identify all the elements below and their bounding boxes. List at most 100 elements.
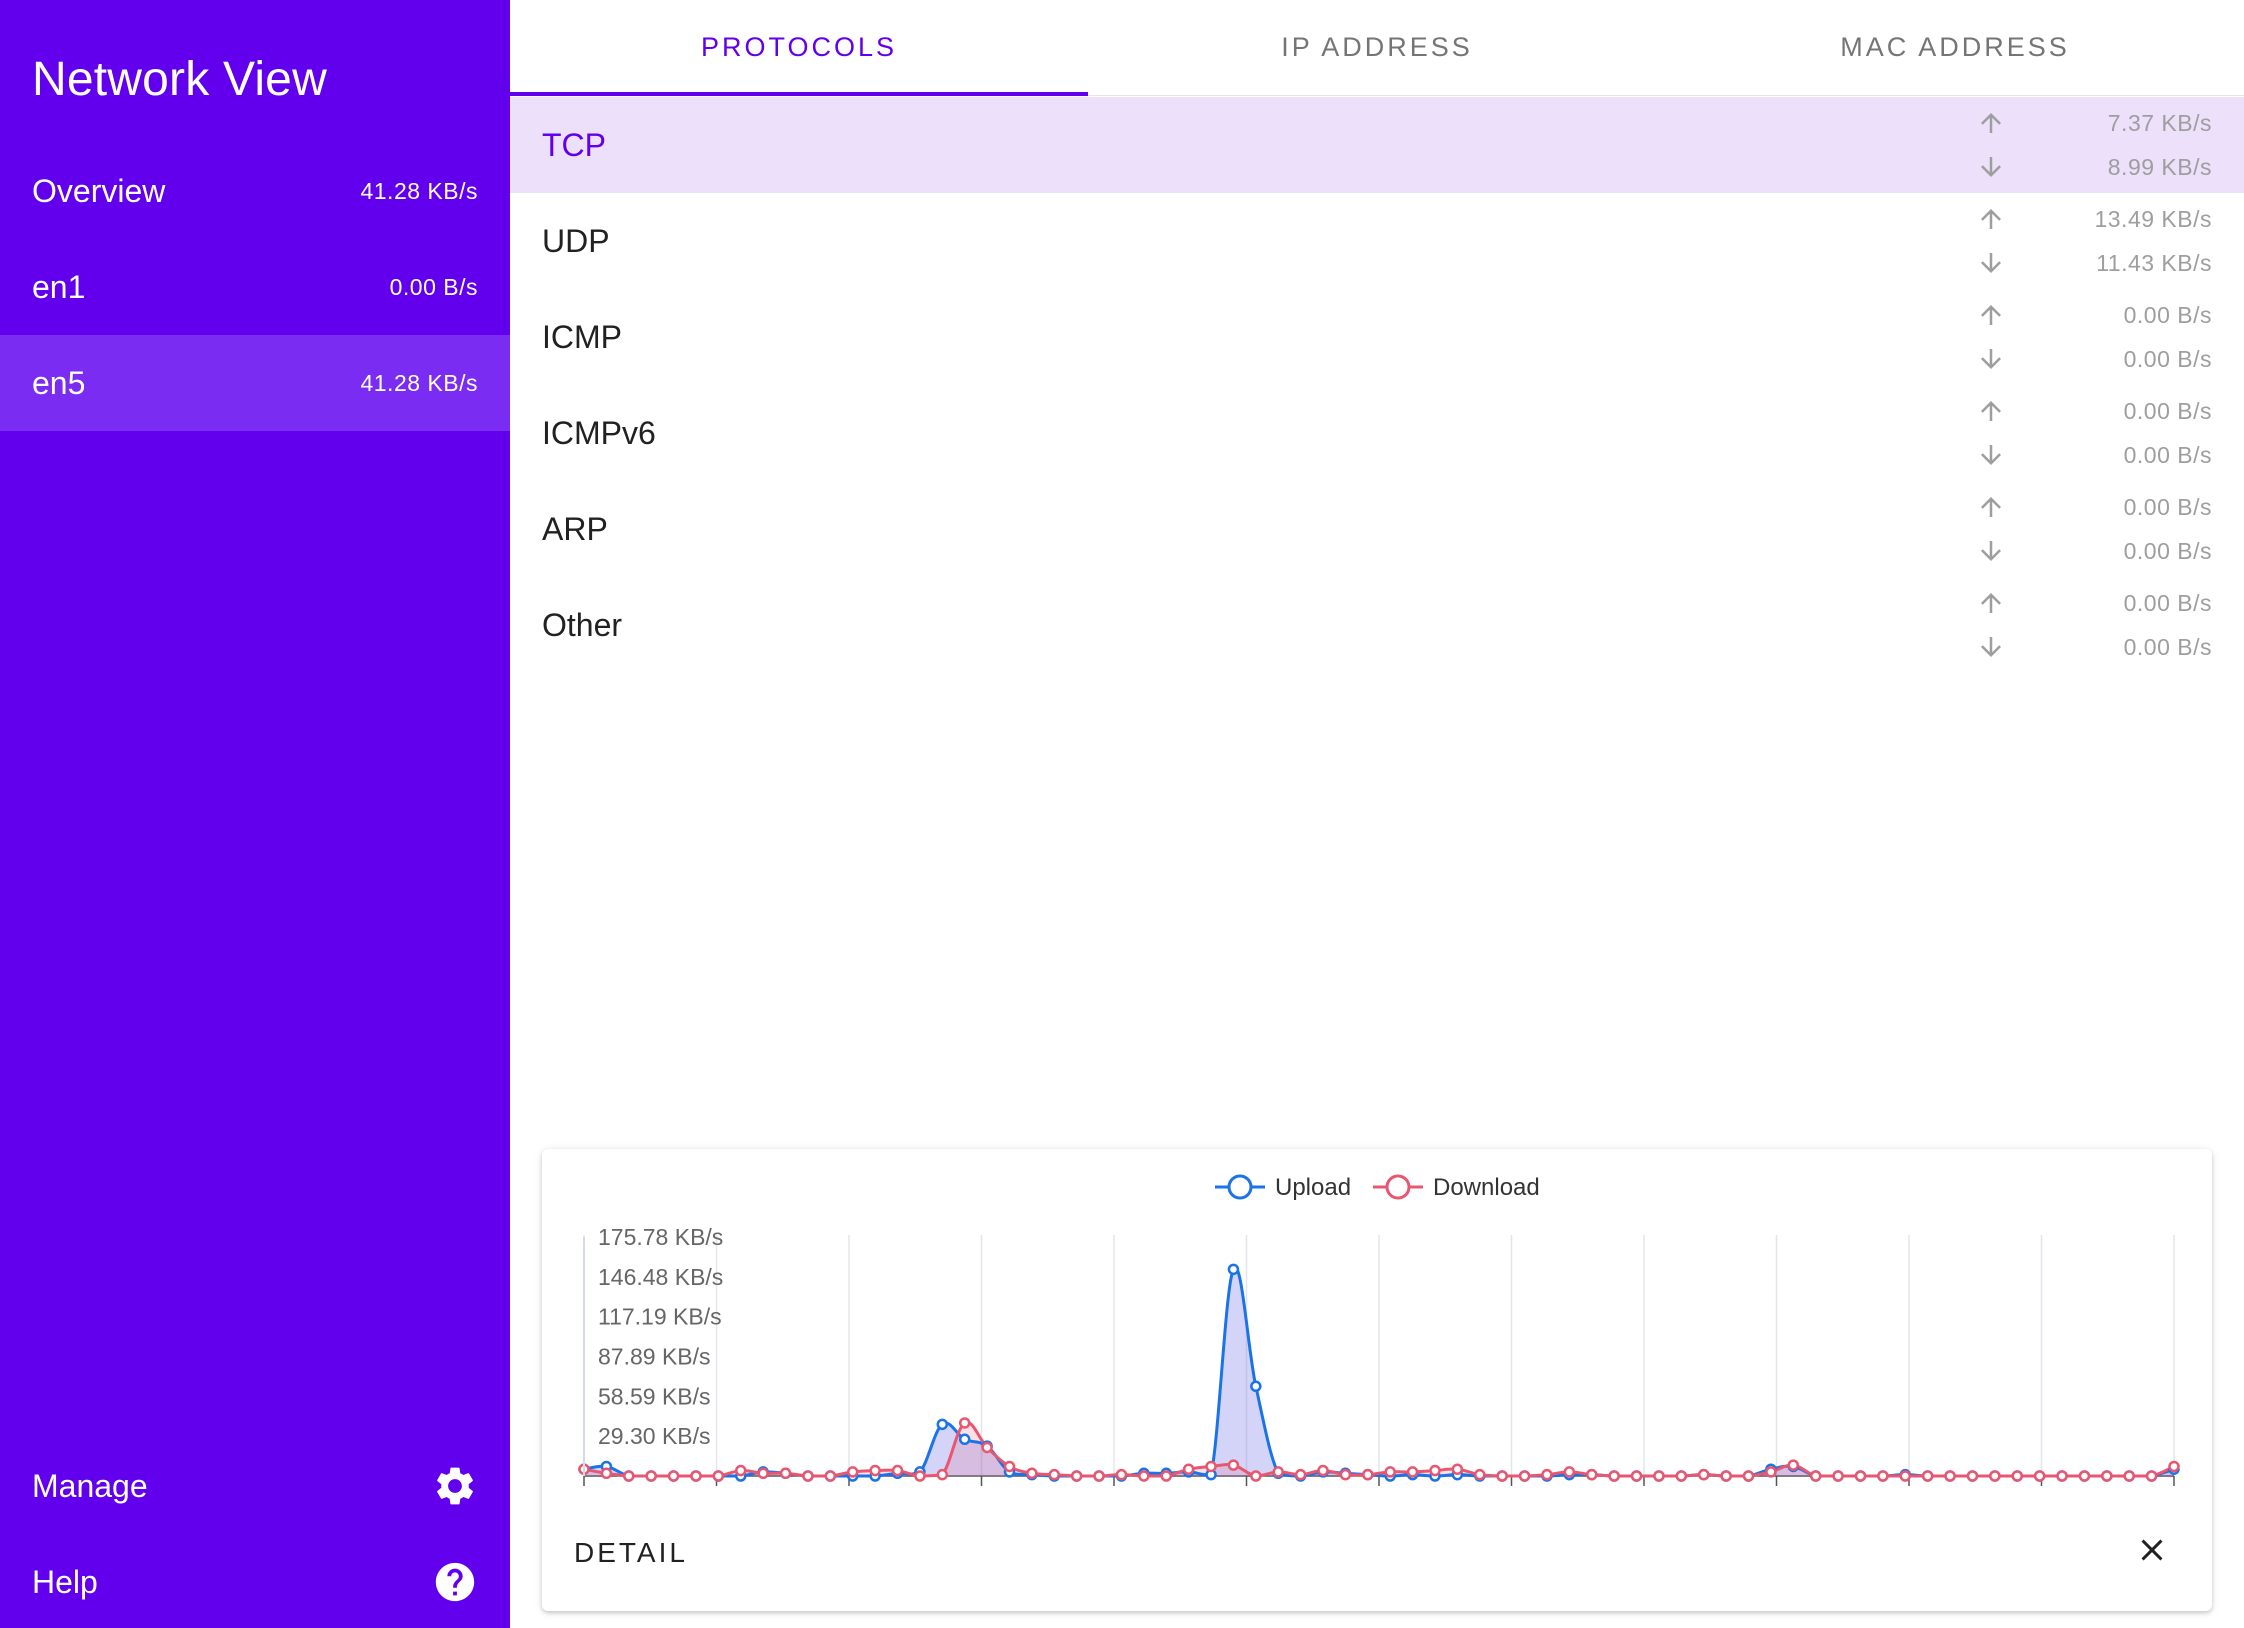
sidebar-item-en5[interactable]: en5 41.28 KB/s: [0, 335, 510, 431]
download-point[interactable]: [2033, 1470, 2046, 1482]
help-button[interactable]: Help: [0, 1534, 510, 1628]
upload-point[interactable]: [1250, 1380, 1262, 1393]
download-point[interactable]: [891, 1464, 904, 1477]
download-point[interactable]: [1966, 1470, 1979, 1482]
download-point[interactable]: [1899, 1470, 1912, 1482]
sidebar-item-rate: 41.28 KB/s: [360, 369, 478, 396]
download-point[interactable]: [1115, 1468, 1128, 1481]
download-point[interactable]: [779, 1467, 792, 1480]
download-point[interactable]: [1854, 1470, 1867, 1482]
download-point[interactable]: [1451, 1463, 1464, 1475]
download-point[interactable]: [667, 1470, 680, 1482]
protocol-name: TCP: [542, 127, 606, 163]
download-point[interactable]: [914, 1470, 926, 1482]
download-point[interactable]: [1608, 1470, 1620, 1482]
download-point[interactable]: [1227, 1459, 1240, 1471]
protocol-row-icmp[interactable]: ICMP 0.00 B/s 0.00 B/s: [510, 289, 2244, 385]
upload-rate: 0.00 B/s: [2123, 301, 2212, 328]
download-point[interactable]: [802, 1470, 814, 1482]
download-point[interactable]: [1585, 1468, 1598, 1481]
protocol-row-other[interactable]: Other 0.00 B/s 0.00 B/s: [510, 577, 2244, 673]
download-point[interactable]: [2101, 1470, 2113, 1482]
download-point[interactable]: [2168, 1460, 2180, 1473]
upload-point[interactable]: [936, 1418, 949, 1431]
download-point[interactable]: [1294, 1468, 1307, 1481]
download-point[interactable]: [824, 1470, 837, 1482]
download-point[interactable]: [1093, 1470, 1105, 1482]
download-point[interactable]: [690, 1470, 702, 1482]
download-point[interactable]: [1518, 1470, 1531, 1482]
download-point[interactable]: [757, 1467, 769, 1480]
tab-bar: PROTOCOLS IP ADDRESS MAC ADDRESS: [510, 0, 2244, 96]
download-point[interactable]: [1272, 1466, 1284, 1478]
download-point[interactable]: [1474, 1468, 1486, 1481]
protocol-row-tcp[interactable]: TCP 7.37 KB/s 8.99 KB/s: [510, 97, 2244, 193]
download-point[interactable]: [712, 1470, 725, 1482]
download-point[interactable]: [1026, 1467, 1038, 1480]
download-point[interactable]: [846, 1466, 859, 1478]
download-point[interactable]: [958, 1417, 971, 1429]
download-point[interactable]: [1429, 1464, 1441, 1477]
download-point[interactable]: [1070, 1470, 1083, 1482]
download-point[interactable]: [1182, 1463, 1195, 1475]
download-point[interactable]: [735, 1464, 747, 1477]
tab-mac-address[interactable]: MAC ADDRESS: [1666, 0, 2244, 95]
download-point[interactable]: [1541, 1468, 1553, 1481]
download-point[interactable]: [1630, 1470, 1643, 1482]
download-point[interactable]: [1742, 1470, 1755, 1482]
download-point[interactable]: [1944, 1470, 1956, 1482]
download-point[interactable]: [869, 1464, 881, 1477]
download-point[interactable]: [645, 1470, 657, 1482]
tab-protocols[interactable]: PROTOCOLS: [510, 0, 1088, 96]
download-rate: 0.00 B/s: [2123, 441, 2212, 468]
protocol-row-udp[interactable]: UDP 13.49 KB/s 11.43 KB/s: [510, 193, 2244, 289]
download-point[interactable]: [600, 1467, 613, 1480]
download-point[interactable]: [936, 1468, 949, 1481]
download-rate-line: 0.00 B/s: [1952, 337, 2212, 381]
protocol-row-icmpv6[interactable]: ICMPv6 0.00 B/s 0.00 B/s: [510, 385, 2244, 481]
sidebar-item-en1[interactable]: en1 0.00 B/s: [0, 239, 510, 335]
download-point[interactable]: [2145, 1470, 2158, 1482]
tab-ip-address[interactable]: IP ADDRESS: [1088, 0, 1666, 95]
download-point[interactable]: [1250, 1470, 1262, 1482]
download-point[interactable]: [1384, 1466, 1396, 1478]
arrow-down-icon: [1981, 637, 2001, 657]
protocol-row-arp[interactable]: ARP 0.00 B/s 0.00 B/s: [510, 481, 2244, 577]
download-point[interactable]: [2078, 1470, 2091, 1482]
legend-download[interactable]: Download: [1373, 1174, 1540, 1201]
download-point[interactable]: [1720, 1470, 1732, 1482]
download-point[interactable]: [1675, 1470, 1688, 1482]
download-point[interactable]: [2056, 1470, 2068, 1482]
download-point[interactable]: [1563, 1466, 1576, 1478]
download-point[interactable]: [2011, 1470, 2023, 1482]
download-point[interactable]: [1496, 1470, 1508, 1482]
download-point[interactable]: [1339, 1468, 1352, 1481]
download-point[interactable]: [1048, 1468, 1061, 1481]
download-point[interactable]: [1003, 1460, 1016, 1473]
download-point[interactable]: [981, 1441, 993, 1454]
download-point[interactable]: [1406, 1466, 1419, 1478]
download-point[interactable]: [1877, 1470, 1889, 1482]
download-point[interactable]: [2123, 1470, 2135, 1482]
download-point[interactable]: [1362, 1468, 1374, 1481]
sidebar-item-overview[interactable]: Overview 41.28 KB/s: [0, 143, 510, 239]
download-point[interactable]: [1317, 1464, 1329, 1477]
download-point[interactable]: [1921, 1470, 1934, 1482]
download-point[interactable]: [1765, 1466, 1777, 1478]
download-point[interactable]: [1809, 1470, 1822, 1482]
legend-upload[interactable]: Upload: [1215, 1174, 1351, 1201]
download-point[interactable]: [1160, 1470, 1173, 1482]
download-point[interactable]: [1697, 1468, 1710, 1481]
manage-button[interactable]: Manage: [0, 1438, 510, 1534]
download-point[interactable]: [1138, 1470, 1150, 1482]
download-point[interactable]: [1989, 1470, 2001, 1482]
download-point[interactable]: [623, 1470, 635, 1482]
legend-download-marker: [1385, 1174, 1411, 1200]
upload-point[interactable]: [958, 1433, 971, 1446]
download-point[interactable]: [1205, 1460, 1217, 1473]
download-point[interactable]: [1653, 1470, 1665, 1482]
upload-point[interactable]: [1227, 1263, 1240, 1276]
download-point[interactable]: [1832, 1470, 1844, 1482]
download-point[interactable]: [1787, 1459, 1800, 1471]
close-button[interactable]: [2122, 1520, 2182, 1580]
